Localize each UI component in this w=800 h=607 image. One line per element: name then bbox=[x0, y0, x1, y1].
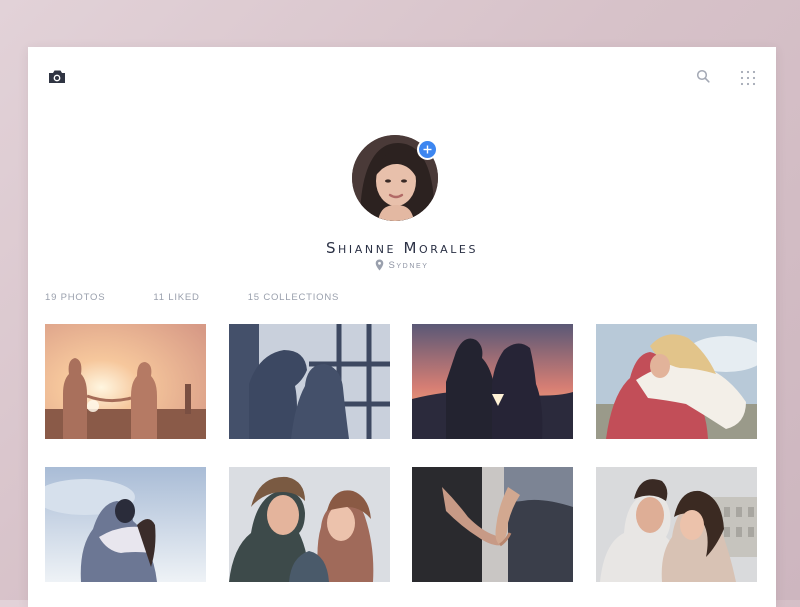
profile-stats: 19 PHOTOS 11 LIKED 15 COLLECTIONS bbox=[45, 292, 339, 303]
stat-photos[interactable]: 19 PHOTOS bbox=[45, 292, 105, 303]
grid-menu-icon[interactable] bbox=[740, 70, 756, 86]
photo-tile[interactable] bbox=[229, 324, 390, 439]
plus-icon bbox=[423, 145, 432, 154]
photo-tile[interactable] bbox=[596, 324, 757, 439]
camera-icon[interactable] bbox=[48, 69, 66, 85]
photo-tile[interactable] bbox=[45, 324, 206, 439]
search-icon[interactable] bbox=[696, 69, 710, 83]
stat-collections[interactable]: 15 COLLECTIONS bbox=[248, 292, 339, 303]
photo-tile[interactable] bbox=[412, 467, 573, 582]
location-pin-icon bbox=[376, 259, 384, 271]
stat-liked[interactable]: 11 LIKED bbox=[153, 292, 199, 303]
location-label: Sydney bbox=[388, 259, 429, 271]
profile-card: Shianne Morales Sydney 19 PHOTOS 11 LIKE… bbox=[28, 47, 776, 607]
photo-tile[interactable] bbox=[45, 467, 206, 582]
photo-tile[interactable] bbox=[229, 467, 390, 582]
add-avatar-button[interactable] bbox=[417, 139, 438, 160]
profile-location: Sydney bbox=[28, 259, 776, 271]
photo-tile[interactable] bbox=[412, 324, 573, 439]
photo-tile[interactable] bbox=[596, 467, 757, 582]
profile-name: Shianne Morales bbox=[325, 239, 479, 257]
